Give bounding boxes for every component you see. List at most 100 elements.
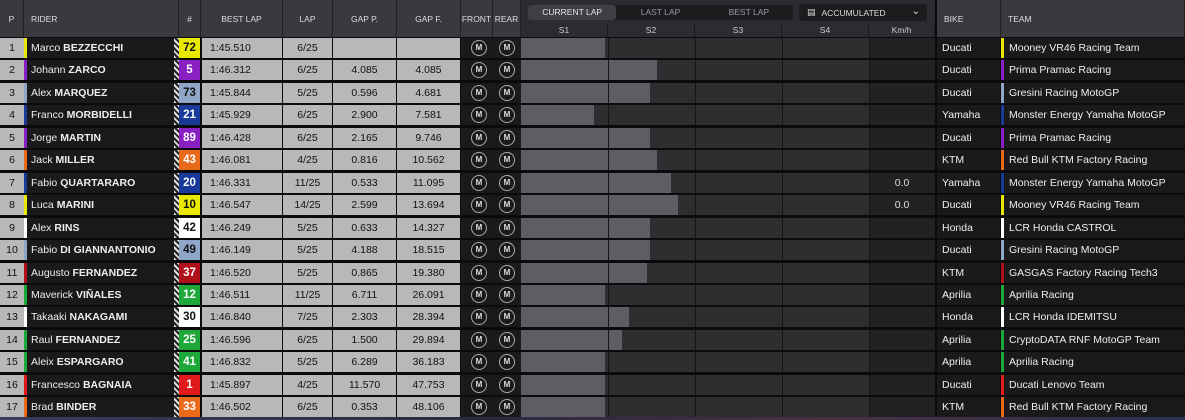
- lap-count-cell: 7/25: [283, 307, 332, 328]
- bike-cell: KTM: [937, 150, 1000, 171]
- gap-first-cell: 47.753: [397, 374, 460, 395]
- team-color-accent: [1001, 150, 1004, 171]
- header-team[interactable]: TEAM: [1001, 0, 1185, 37]
- sector-divider: [782, 329, 783, 350]
- speed-kmh-cell: [870, 128, 934, 148]
- team-color-accent: [1001, 262, 1004, 283]
- front-tyre-medium-icon: M: [471, 152, 487, 169]
- table-row[interactable]: 16 Francesco BAGNAIA 1 1:45.897 4/25 11.570 47…: [0, 374, 1185, 395]
- header-number[interactable]: #: [179, 0, 201, 37]
- tab-best-lap[interactable]: BEST LAP: [705, 5, 793, 20]
- sector-divider: [695, 82, 696, 103]
- sector-bar-track: [521, 82, 870, 103]
- gap-first-cell: 10.562: [397, 150, 460, 171]
- team-name: Gresini Racing MotoGP: [1009, 244, 1120, 257]
- tyre-cell: MM: [461, 397, 521, 418]
- table-row[interactable]: 13 Takaaki NAKAGAMI 30 1:46.840 7/25 2.303 28.…: [0, 306, 1185, 328]
- sector-progress-bar: [521, 150, 657, 171]
- sector-progress-bar: [521, 60, 657, 81]
- sector-divider: [608, 105, 609, 126]
- rear-tyre-medium-icon: M: [499, 174, 515, 191]
- rider-name-cell[interactable]: Brad BINDER: [24, 397, 174, 418]
- rider-name-cell[interactable]: Fabio QUARTARARO: [24, 172, 174, 193]
- best-lap-cell: 1:46.832: [202, 352, 282, 373]
- gap-previous-cell: 0.633: [333, 217, 396, 238]
- gap-first-cell: 13.694: [397, 195, 460, 216]
- bike-cell: Honda: [937, 217, 1000, 238]
- sector-divider: [695, 60, 696, 81]
- best-lap-cell: 1:46.331: [202, 172, 282, 193]
- bike-cell: Ducati: [937, 195, 1000, 216]
- header-gap-p[interactable]: GAP P.: [333, 0, 397, 37]
- table-row[interactable]: 1 Marco BEZZECCHI 72 1:45.510 6/25 M M Ducati Mo…: [0, 37, 1185, 58]
- rider-name-cell[interactable]: Luca MARINI: [24, 195, 174, 216]
- tab-current-lap[interactable]: CURRENT LAP: [528, 5, 617, 20]
- header-rider[interactable]: RIDER: [24, 0, 179, 37]
- table-row[interactable]: 14 Raul FERNANDEZ 25 1:46.596 6/25 1.500 29.89…: [0, 329, 1185, 350]
- rider-name-cell[interactable]: Augusto FERNANDEZ: [24, 262, 174, 283]
- table-row[interactable]: 3 Alex MARQUEZ 73 1:45.844 5/25 0.596 4.681 M M D…: [0, 82, 1185, 103]
- table-row[interactable]: 6 Jack MILLER 43 1:46.081 4/25 0.816 10.562 M M K…: [0, 149, 1185, 171]
- table-row[interactable]: 9 Alex RINS 42 1:46.249 5/25 0.633 14.327 M M Hon…: [0, 217, 1185, 238]
- sector-divider: [695, 127, 696, 148]
- table-row[interactable]: 7 Fabio QUARTARARO 20 1:46.331 11/25 0.533 11.…: [0, 172, 1185, 193]
- rider-name-cell[interactable]: Takaaki NAKAGAMI: [24, 307, 174, 328]
- rider-name-cell[interactable]: Johann ZARCO: [24, 60, 174, 81]
- rider-name-cell[interactable]: Raul FERNANDEZ: [24, 329, 174, 350]
- rider-number-badge: 25: [179, 329, 200, 350]
- front-tyre-medium-icon: M: [471, 354, 487, 371]
- rider-last-name: MARQUEZ: [54, 86, 108, 99]
- sector-progress-bar: [521, 82, 650, 103]
- sector-divider: [782, 60, 783, 81]
- gap-previous-cell: 4.188: [333, 240, 396, 261]
- rider-name-cell[interactable]: Francesco BAGNAIA: [24, 374, 174, 395]
- table-row[interactable]: 5 Jorge MARTIN 89 1:46.428 6/25 2.165 9.746 M M D…: [0, 127, 1185, 148]
- lap-count-cell: 5/25: [283, 352, 332, 373]
- lap-count-cell: 14/25: [283, 195, 332, 216]
- rider-name-cell[interactable]: Alex RINS: [24, 217, 174, 238]
- rider-name-cell[interactable]: Jack MILLER: [24, 150, 174, 171]
- rider-name-cell[interactable]: Alex MARQUEZ: [24, 82, 174, 103]
- rider-last-name: MILLER: [55, 154, 95, 167]
- header-front[interactable]: FRONT: [461, 0, 493, 37]
- team-color-accent: [1001, 374, 1004, 395]
- header-bike[interactable]: BIKE: [937, 0, 1001, 37]
- sector-bar-track: [521, 127, 870, 148]
- rider-name-cell[interactable]: Fabio DI GIANNANTONIO: [24, 240, 174, 261]
- sector-divider: [695, 240, 696, 261]
- tab-last-lap[interactable]: LAST LAP: [616, 5, 704, 20]
- sector-header-s4: S4: [782, 24, 869, 37]
- rider-number-badge: 42: [179, 217, 200, 238]
- rider-number-badge: 41: [179, 352, 200, 373]
- table-row[interactable]: 17 Brad BINDER 33 1:46.502 6/25 0.353 48.106 M M…: [0, 396, 1185, 418]
- rider-name-cell[interactable]: Franco MORBIDELLI: [24, 105, 174, 126]
- header-rear[interactable]: REAR: [493, 0, 521, 37]
- header-pos[interactable]: P: [0, 0, 24, 37]
- team-color-accent: [1001, 82, 1004, 103]
- header-best-lap[interactable]: BEST LAP: [201, 0, 283, 37]
- sector-divider: [695, 352, 696, 373]
- rear-tyre-medium-icon: M: [499, 331, 515, 348]
- table-row[interactable]: 10 Fabio DI GIANNANTONIO 49 1:46.149 5/25 4.1…: [0, 239, 1185, 261]
- table-row[interactable]: 11 Augusto FERNANDEZ 37 1:46.520 5/25 0.865 19…: [0, 262, 1185, 283]
- sector-divider: [608, 262, 609, 283]
- gap-previous-cell: 2.599: [333, 195, 396, 216]
- rider-name-cell[interactable]: Maverick VIÑALES: [24, 284, 174, 305]
- table-row[interactable]: 12 Maverick VIÑALES 12 1:46.511 11/25 6.711 26…: [0, 284, 1185, 305]
- table-row[interactable]: 2 Johann ZARCO 5 1:46.312 6/25 4.085 4.085 M M Du…: [0, 59, 1185, 81]
- header-lap[interactable]: LAP: [283, 0, 333, 37]
- rider-name-cell[interactable]: Jorge MARTIN: [24, 127, 174, 148]
- sector-headers: S1 S2 S3 S4 Km/h: [521, 24, 935, 37]
- table-row[interactable]: 4 Franco MORBIDELLI 21 1:45.929 6/25 2.900 7.5…: [0, 104, 1185, 126]
- best-lap-cell: 1:46.840: [202, 307, 282, 328]
- speed-kmh-cell: [870, 330, 934, 350]
- rider-name-cell[interactable]: Marco BEZZECCHI: [24, 38, 174, 58]
- table-row[interactable]: 8 Luca MARINI 10 1:46.547 14/25 2.599 13.694 M M…: [0, 194, 1185, 216]
- header-gap-f[interactable]: GAP F.: [397, 0, 461, 37]
- accumulated-select[interactable]: ▤ ACCUMULATED ⌄: [799, 4, 927, 21]
- rear-tyre-medium-icon: M: [499, 152, 515, 169]
- table-row[interactable]: 15 Aleix ESPARGARO 41 1:46.832 5/25 6.289 36.1…: [0, 351, 1185, 373]
- rider-name-cell[interactable]: Aleix ESPARGARO: [24, 352, 174, 373]
- speed-kmh-cell: [870, 83, 934, 103]
- team-color-accent: [24, 150, 27, 171]
